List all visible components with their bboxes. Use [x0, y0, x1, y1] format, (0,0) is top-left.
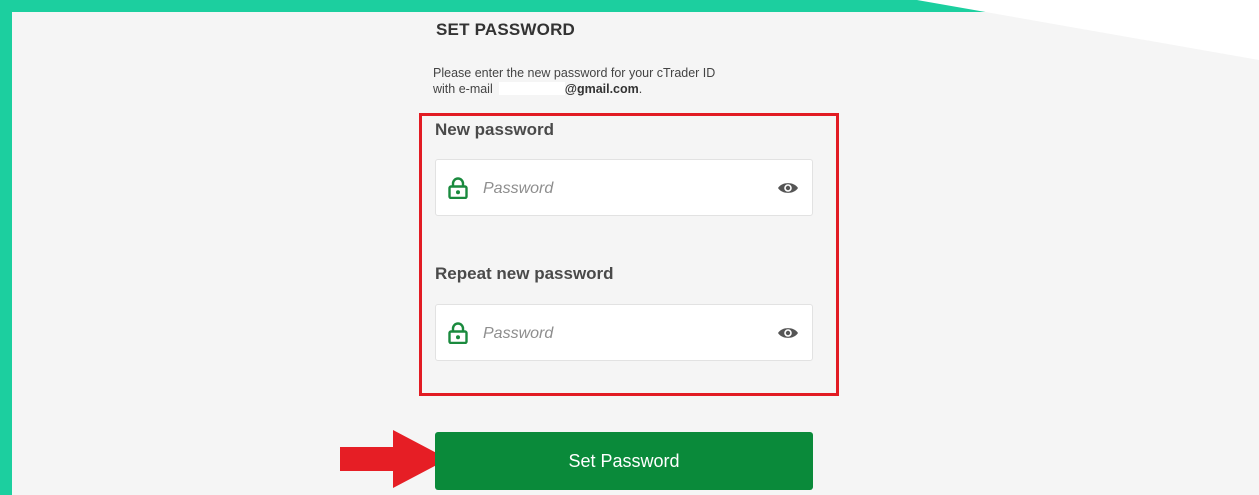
description-line1: Please enter the new password for your c…	[433, 66, 716, 80]
set-password-button[interactable]: Set Password	[435, 432, 813, 490]
email-domain: @gmail.com	[564, 82, 639, 96]
page-title: SET PASSWORD	[436, 20, 576, 39]
new-password-field[interactable]	[435, 159, 813, 216]
description-suffix: .	[638, 82, 643, 96]
repeat-password-input[interactable]	[481, 319, 765, 349]
redacted-email-mask	[498, 82, 565, 95]
new-password-label: New password	[435, 120, 555, 139]
lock-icon	[448, 322, 468, 349]
description: Please enter the new password for your c…	[433, 65, 813, 97]
eye-icon[interactable]	[777, 326, 799, 345]
lock-icon	[448, 177, 468, 204]
eye-icon[interactable]	[777, 181, 799, 200]
new-password-input[interactable]	[481, 174, 765, 204]
repeat-password-field[interactable]	[435, 304, 813, 361]
red-arrow-icon	[338, 428, 450, 495]
repeat-password-label: Repeat new password	[435, 264, 614, 283]
description-prefix: with e-mail	[433, 82, 493, 96]
